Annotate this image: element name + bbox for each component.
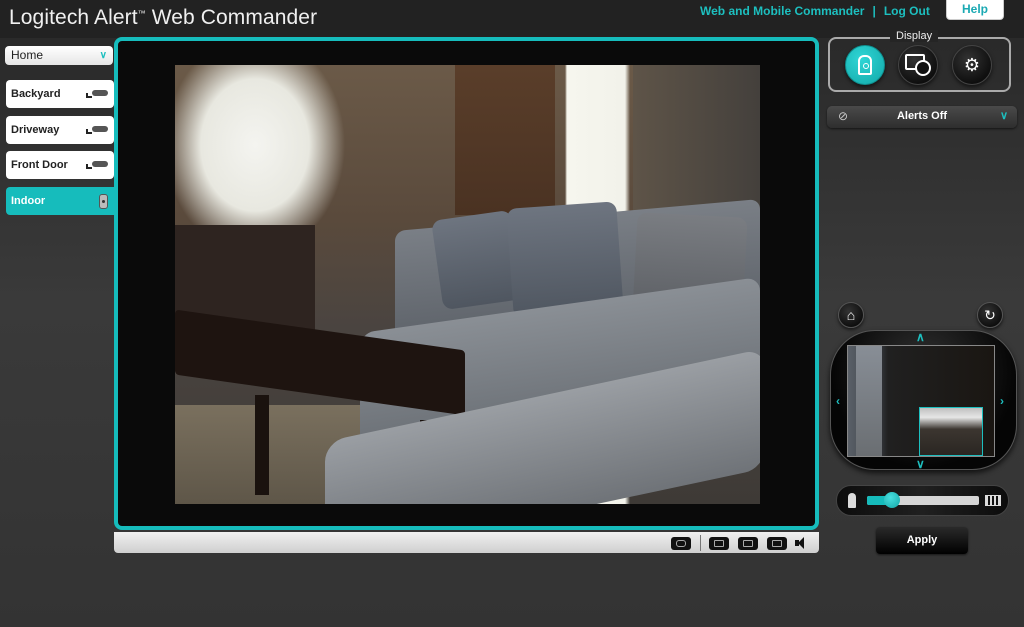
zoom-out-icon[interactable] <box>848 493 856 508</box>
display-label: Display <box>890 30 939 42</box>
location-select[interactable]: Home ∨ <box>5 46 113 65</box>
zoom-in-icon[interactable] <box>985 495 1001 506</box>
film-clock-icon <box>905 54 931 76</box>
outdoor-camera-icon <box>86 126 108 134</box>
zoom-control <box>836 485 1009 516</box>
camera-item-front-door[interactable]: Front Door <box>6 151 114 179</box>
outdoor-camera-icon <box>86 161 108 169</box>
app-title-main: Logitech Alert <box>9 6 138 29</box>
outdoor-camera-icon <box>86 90 108 98</box>
home-icon: ⌂ <box>846 307 856 323</box>
top-links: Web and Mobile Commander | Log Out <box>700 4 930 18</box>
camera-item-driveway[interactable]: Driveway <box>6 116 114 144</box>
pan-down-icon[interactable]: ∨ <box>916 457 925 471</box>
help-button[interactable]: Help <box>946 0 1004 20</box>
location-select-value: Home <box>11 48 44 62</box>
alerts-label: Alerts Off <box>896 110 948 122</box>
camera-label: Backyard <box>11 88 61 100</box>
live-video-feed[interactable] <box>175 65 760 504</box>
reset-view-button[interactable]: ↻ <box>977 302 1003 328</box>
gears-icon: ⚙ <box>963 55 981 75</box>
indoor-camera-icon <box>99 194 108 209</box>
recordings-button[interactable] <box>898 45 938 85</box>
external-window-icon[interactable] <box>767 537 787 550</box>
chevron-down-icon: ∨ <box>999 110 1008 122</box>
app-title-suffix: Web Commander <box>145 6 318 29</box>
video-doorway <box>455 65 555 215</box>
video-frame <box>114 37 819 530</box>
link-separator: | <box>872 4 876 18</box>
camera-item-indoor[interactable]: Indoor <box>6 187 116 215</box>
trademark: ™ <box>137 9 146 18</box>
app-title: Logitech Alert™ Web Commander <box>9 6 317 30</box>
alerts-dropdown[interactable]: ⊘ Alerts Off ∨ <box>827 106 1017 128</box>
camera-label: Indoor <box>11 195 46 207</box>
popout-icon[interactable] <box>738 537 758 550</box>
undo-icon: ↻ <box>984 307 996 323</box>
camera-snapshot-icon[interactable] <box>671 537 691 550</box>
zoom-slider-thumb[interactable] <box>883 492 900 508</box>
pan-up-icon[interactable]: ∧ <box>916 330 925 344</box>
speaker-icon[interactable] <box>795 537 807 549</box>
live-view-button[interactable] <box>845 45 885 85</box>
ptz-selection-box[interactable] <box>919 407 983 456</box>
web-mobile-commander-link[interactable]: Web and Mobile Commander <box>700 4 864 18</box>
pan-left-icon[interactable]: ‹ <box>836 394 840 408</box>
pan-right-icon[interactable]: › <box>1000 394 1004 408</box>
apply-button[interactable]: Apply <box>876 527 968 554</box>
logout-link[interactable]: Log Out <box>884 4 930 18</box>
toolbar-divider <box>700 535 701 551</box>
camera-label: Front Door <box>11 159 68 171</box>
chevron-down-icon: ∨ <box>99 50 107 61</box>
home-position-button[interactable]: ⌂ <box>838 302 864 328</box>
settings-button[interactable]: ⚙ <box>952 45 992 85</box>
camera-label: Driveway <box>11 124 60 136</box>
ptz-window <box>856 346 882 456</box>
video-toolbar <box>114 532 819 553</box>
camera-item-backyard[interactable]: Backyard <box>6 80 114 108</box>
camera-icon <box>858 55 872 75</box>
video-table-leg <box>255 395 269 495</box>
zoom-slider[interactable] <box>867 492 979 508</box>
fullscreen-icon[interactable] <box>709 537 729 550</box>
